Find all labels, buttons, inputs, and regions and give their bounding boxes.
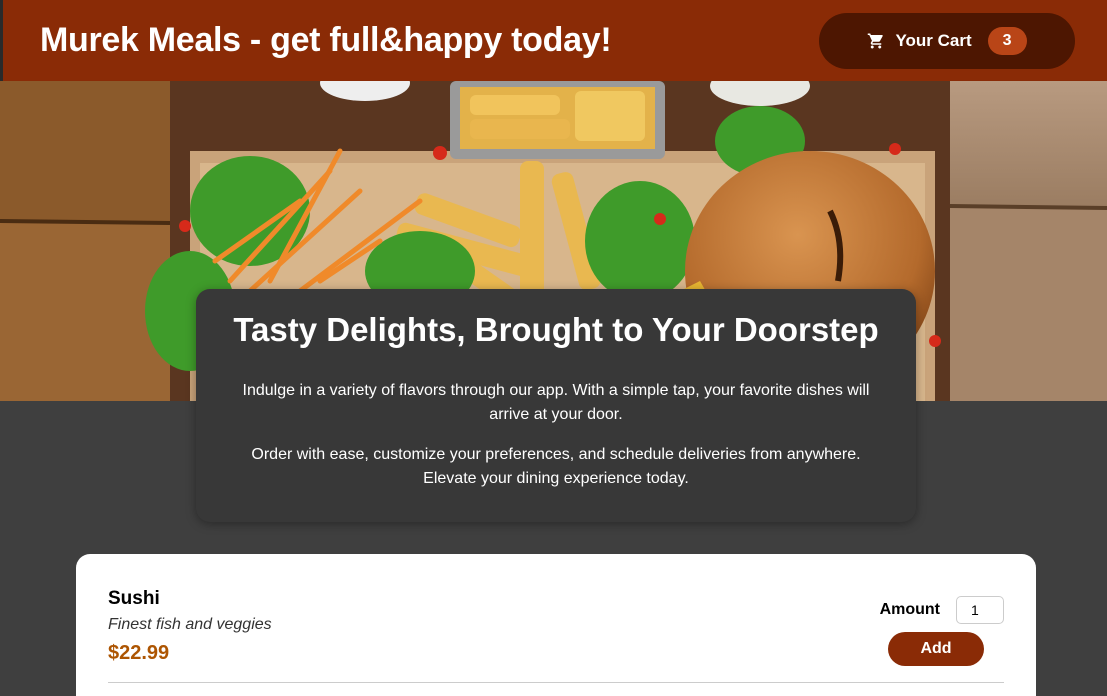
amount-label: Amount <box>879 601 940 618</box>
summary-paragraph-1: Indulge in a variety of flavors through … <box>242 382 870 423</box>
app-title: Murek Meals - get full&happy today! <box>40 21 612 59</box>
meal-info: Sushi Finest fish and veggies $22.99 <box>108 588 272 666</box>
app-header: Murek Meals - get full&happy today! Your… <box>0 0 1107 81</box>
amount-row: Amount <box>880 596 1004 624</box>
meal-item: Sushi Finest fish and veggies $22.99 Amo… <box>108 588 1004 683</box>
summary-title: Tasty Delights, Brought to Your Doorstep <box>233 311 879 348</box>
meal-add-form: Amount Add <box>880 588 1004 666</box>
summary-paragraph-2: Order with ease, customize your preferen… <box>251 446 861 487</box>
shopping-cart-icon <box>868 33 884 49</box>
cart-count-badge: 3 <box>987 27 1027 55</box>
add-to-cart-button[interactable]: Add <box>888 632 984 666</box>
summary-card: Tasty Delights, Brought to Your Doorstep… <box>196 289 916 522</box>
cart-button[interactable]: Your Cart 3 <box>819 13 1075 69</box>
cart-label: Your Cart <box>895 31 972 50</box>
meal-description: Finest fish and veggies <box>108 616 272 633</box>
meals-list-card: Sushi Finest fish and veggies $22.99 Amo… <box>76 554 1036 696</box>
meal-price: $22.99 <box>108 642 170 664</box>
amount-input[interactable] <box>956 596 1004 624</box>
meal-name: Sushi <box>108 588 160 609</box>
